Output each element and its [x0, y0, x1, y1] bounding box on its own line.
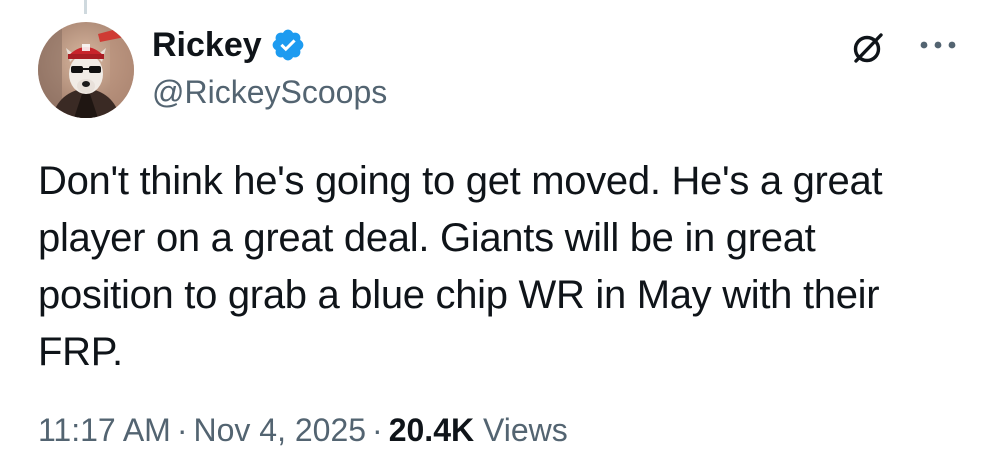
tweet-time[interactable]: 11:17 AM	[38, 412, 171, 448]
verified-badge-icon	[270, 27, 306, 63]
display-name[interactable]: Rickey	[152, 25, 262, 65]
tweet-meta: 11:17 AM · Nov 4, 2025 · 20.4K Views	[38, 408, 568, 452]
meta-separator: ·	[372, 412, 383, 448]
views-count[interactable]: 20.4K	[389, 412, 474, 448]
grok-icon	[853, 33, 883, 63]
meta-separator: ·	[176, 412, 188, 448]
more-dots-icon	[920, 41, 956, 49]
tweet-date[interactable]: Nov 4, 2025	[193, 412, 366, 448]
avatar[interactable]	[38, 22, 134, 118]
more-options-button[interactable]	[916, 30, 960, 60]
tweet-text: Don't think he's going to get moved. He'…	[38, 159, 883, 374]
views-label[interactable]: Views	[483, 412, 568, 448]
grok-button[interactable]	[846, 26, 890, 70]
dog-in-cap-avatar-icon	[38, 22, 134, 118]
author-name-row: Rickey	[152, 22, 306, 68]
thread-connector-line	[84, 0, 87, 14]
author-handle[interactable]: @RickeyScoops	[152, 72, 387, 112]
